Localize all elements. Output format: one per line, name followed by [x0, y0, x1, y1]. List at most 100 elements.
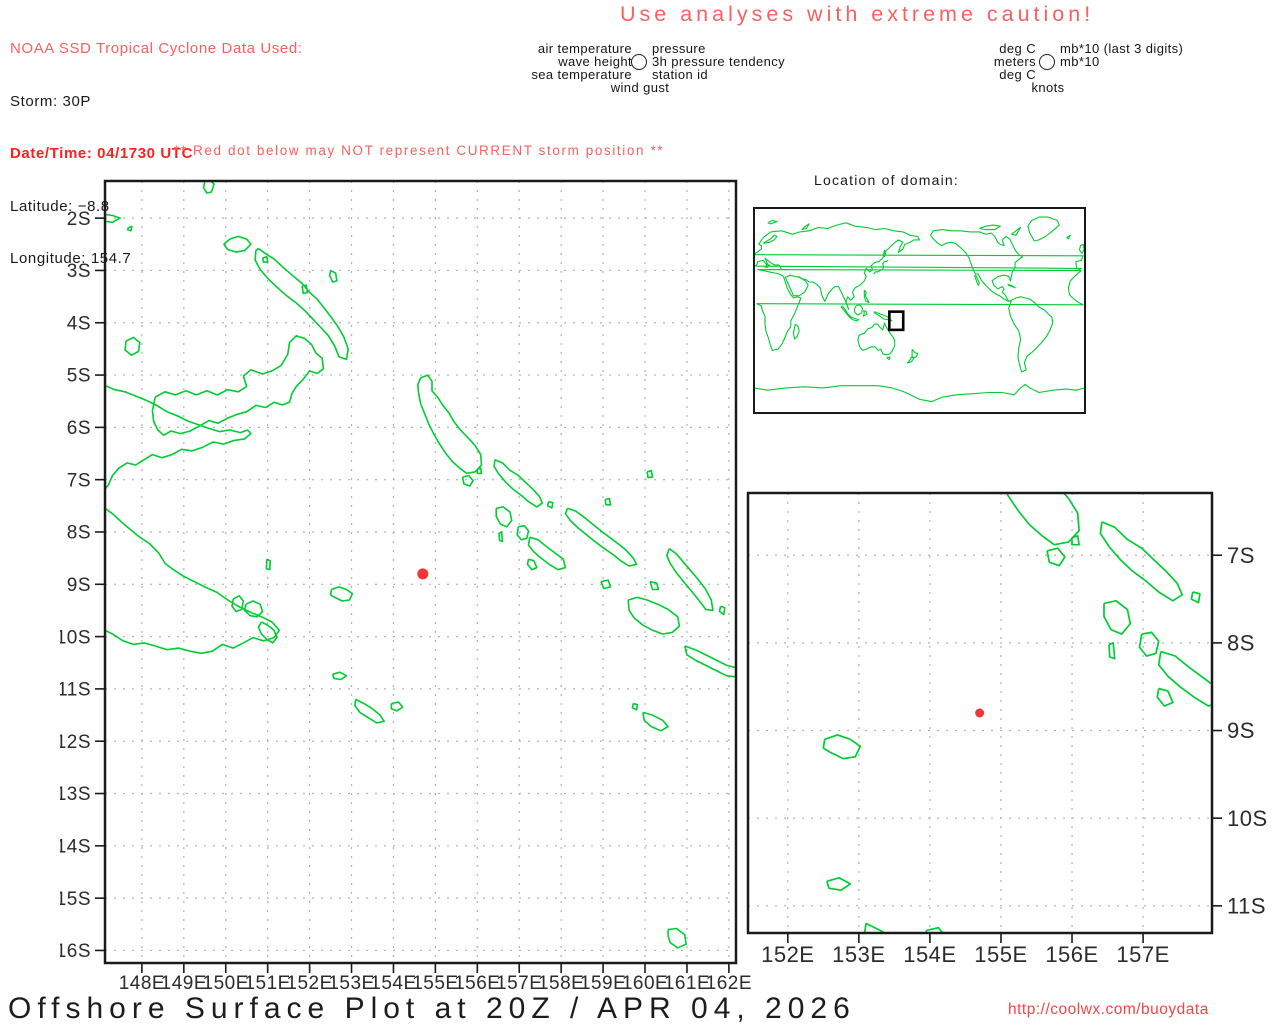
zoomed-domain-map: 152E 153E 154E 155E 156E 157E 7S 8S 9S 10S 11S	[700, 491, 1268, 967]
units-wind-gust: knots	[1031, 80, 1065, 95]
tick-label-lon: 154E	[903, 942, 956, 967]
storm-position-warning: ** Red dot below may NOT represent CURRE…	[174, 143, 665, 158]
coastline-russell	[600, 579, 612, 590]
world-coastlines	[754, 216, 1085, 403]
coastline-normanby	[701, 794, 732, 829]
coastline-small-island-ne-choiseul	[1190, 591, 1201, 604]
tick-label-lon: 154E	[370, 973, 416, 994]
world-coastline-11	[853, 304, 864, 316]
tick-label-lat: 7S	[67, 470, 91, 491]
coastline-shortland	[1046, 547, 1066, 567]
world-coastline-18	[906, 356, 915, 364]
coastline-ontong-ring	[646, 469, 654, 479]
station-circle-icon	[631, 54, 647, 70]
tick-label-lat: 7S	[1227, 543, 1255, 568]
storm-position-dot	[417, 568, 429, 580]
coastline-choiseul	[493, 459, 544, 508]
coastline-rendova	[526, 558, 538, 571]
coastline-choiseul	[1099, 521, 1184, 602]
coastline-ranongga	[1108, 642, 1116, 660]
coastline-manus-east-tip	[105, 213, 121, 224]
legend-wind-gust: wind gust	[610, 80, 670, 95]
coastline-small-island-ne-choiseul	[546, 500, 554, 509]
coastline-woodlark	[329, 586, 354, 602]
coastline-kia	[604, 497, 612, 506]
caution-banner: Use analyses with extreme caution!	[620, 2, 1095, 26]
tick-label-lon: 158E	[538, 973, 584, 994]
coastline-santa-isabel	[564, 507, 638, 567]
coastline-woodlark	[822, 734, 862, 760]
coastline-new-georgia	[527, 536, 567, 571]
coastline-kiriwina	[715, 689, 721, 707]
coastline-png-se-peninsula	[105, 507, 281, 655]
coastline-tabar	[328, 269, 338, 283]
world-coastline-1	[754, 243, 1084, 271]
world-coastline-17	[911, 348, 919, 358]
tick-label-lat: 4S	[67, 313, 91, 334]
tick-label-lon: 150E	[203, 973, 249, 994]
coastline-fauro	[1071, 535, 1080, 546]
tick-label-lon: 157E	[1116, 942, 1169, 967]
coastline-bougainville	[1005, 493, 1080, 546]
world-coastline-5	[792, 323, 800, 340]
source-url-link[interactable]: http://coolwx.com/buoydata	[1008, 1001, 1209, 1019]
map-content	[105, 181, 736, 963]
map-content	[700, 493, 1212, 933]
coastline-misima	[826, 876, 852, 891]
coastline-new-ireland	[254, 247, 350, 361]
coastline-djaul	[261, 256, 269, 263]
coastline-new-hanover	[223, 235, 252, 253]
world-coastline-27	[979, 224, 1001, 231]
coastline-southeast-island	[667, 927, 687, 949]
tick-label-lon: 155E	[412, 973, 458, 994]
coastline-fergusson	[700, 759, 708, 785]
tick-label-lon: 159E	[580, 973, 626, 994]
tick-label-lat: 13S	[60, 784, 91, 805]
coastline-kiriwina	[265, 558, 271, 571]
coastline-rossel	[390, 701, 404, 712]
coastline-tagula	[354, 698, 386, 724]
coastline-bellona	[631, 702, 639, 711]
tick-label-lat: 9S	[1227, 718, 1255, 743]
coastline-shortland	[461, 474, 474, 487]
tick-label-lat: 8S	[67, 523, 91, 544]
coastline-new-britain	[151, 335, 325, 437]
world-coastline-21	[930, 229, 1024, 302]
units-pressure-tendency: mb*10	[1060, 54, 1100, 69]
info-source-line: NOAA SSD Tropical Cyclone Data Used:	[10, 40, 303, 57]
tick-label-lon: 148E	[119, 973, 165, 994]
tick-label-lat: 3S	[67, 261, 91, 282]
tick-label-lat: 10S	[1227, 806, 1268, 831]
tick-label-lat: 6S	[67, 418, 91, 439]
world-coastline-24	[1008, 296, 1054, 373]
coastline-guadalcanal	[627, 596, 681, 635]
tick-label-lon: 153E	[328, 973, 374, 994]
coastline-fauro	[476, 467, 483, 475]
coastline-rennell	[642, 711, 669, 732]
tick-label-lat: 8S	[1227, 631, 1255, 656]
tick-label-lon: 153E	[832, 942, 885, 967]
world-coastline-4	[784, 274, 809, 297]
tick-label-lat: 2S	[67, 209, 91, 230]
world-coastline-20	[974, 274, 980, 286]
coastline-emirau	[126, 225, 133, 232]
tick-label-lat: 12S	[60, 732, 91, 753]
world-coastline-23	[1027, 216, 1060, 242]
tick-label-lon: 160E	[622, 973, 668, 994]
tick-label-lon: 152E	[761, 942, 814, 967]
tick-label-lat: 11S	[1227, 894, 1266, 919]
coastline-kolombangara	[1138, 631, 1160, 657]
offshore-surface-plot-page: { "header": { "info_lines": [ {"text": "…	[0, 0, 1280, 1025]
tick-label-lat: 5S	[67, 366, 91, 387]
tick-label-lon: 155E	[974, 942, 1027, 967]
world-coastline-25	[801, 223, 810, 231]
world-coastline-13	[862, 309, 868, 317]
world-coastline-7	[1066, 234, 1071, 240]
tick-label-lon: 156E	[454, 973, 500, 994]
world-coastline-26	[767, 219, 778, 225]
tick-label-lat: 16S	[60, 941, 91, 962]
tick-label-lat: 15S	[60, 889, 91, 910]
tick-label-lon: 151E	[244, 973, 290, 994]
world-coastline-29	[754, 383, 1085, 403]
tick-label-lat: 9S	[67, 575, 91, 596]
